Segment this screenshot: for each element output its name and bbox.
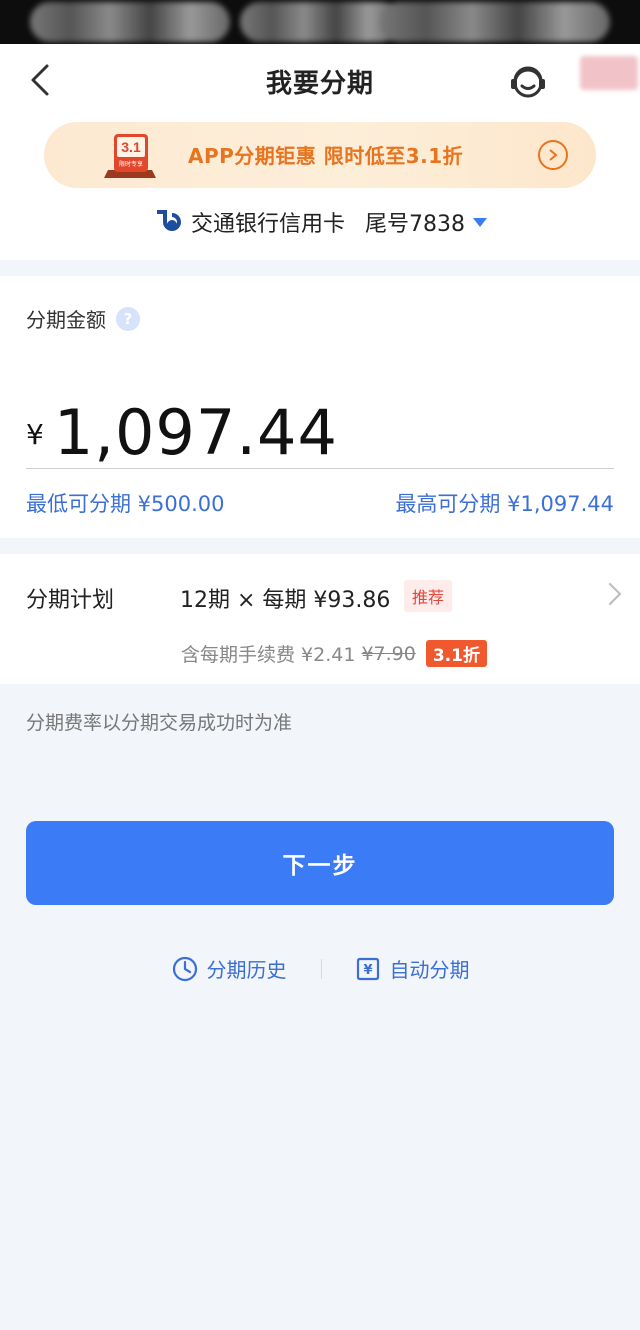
amount-label-row: 分期金额 ?	[26, 276, 614, 333]
promo-arrow-button[interactable]	[538, 140, 568, 170]
currency-symbol: ¥	[26, 418, 44, 451]
nav-bar: 我要分期	[0, 44, 640, 118]
headset-icon	[511, 66, 545, 98]
blurred-avatar	[580, 56, 638, 90]
installment-history-link[interactable]: 分期历史	[171, 954, 287, 983]
recommended-badge: 推荐	[404, 580, 453, 612]
promo-banner[interactable]: 3.1 限时专享 APP分期钜惠 限时低至3.1折	[44, 122, 596, 188]
fee-text: 含每期手续费 ¥2.41	[181, 644, 356, 666]
svg-text:¥: ¥	[363, 963, 372, 978]
rate-note: 分期费率以分期交易成功时为准	[26, 712, 293, 734]
amount-underline	[26, 468, 614, 469]
amount-section: 分期金额 ? ¥ 1,097.44 最低可分期 ¥500.00 最高可分期 ¥1…	[0, 276, 640, 538]
caret-down-icon	[473, 217, 487, 227]
link-divider	[320, 958, 322, 979]
bank-logo-icon	[156, 210, 181, 231]
back-arrow-icon	[31, 64, 49, 96]
section-gap	[0, 538, 640, 554]
chevron-right-icon	[549, 149, 558, 161]
card-tail-number: 尾号7838	[365, 212, 465, 237]
back-button[interactable]	[20, 60, 60, 100]
amount-range: 最低可分期 ¥500.00 最高可分期 ¥1,097.44	[26, 488, 614, 518]
plan-selector[interactable]: 分期计划 12期 × 每期 ¥93.86 推荐 含每期手续费 ¥2.41 ¥7.…	[0, 554, 640, 684]
customer-service-button[interactable]	[506, 60, 550, 104]
card-selector[interactable]: 交通银行信用卡 尾号7838	[0, 188, 640, 260]
promo-text: APP分期钜惠 限时低至3.1折	[188, 144, 464, 168]
svg-text:3.1: 3.1	[121, 139, 141, 155]
amount-label: 分期金额	[26, 308, 106, 332]
amount-input[interactable]: ¥ 1,097.44	[26, 396, 338, 469]
section-gap	[0, 260, 640, 276]
history-label: 分期历史	[206, 958, 287, 982]
discount-badge: 3.1折	[425, 640, 487, 667]
svg-text:限时专享: 限时专享	[119, 160, 143, 168]
next-step-button[interactable]: 下一步	[26, 821, 614, 905]
fee-original: ¥7.90	[361, 642, 416, 665]
bank-name: 交通银行信用卡	[190, 212, 345, 237]
fee-row: 含每期手续费 ¥2.41 ¥7.90 3.1折	[181, 640, 487, 667]
plan-label: 分期计划	[26, 588, 115, 613]
status-blur	[380, 2, 610, 42]
auto-installment-link[interactable]: ¥ 自动分期	[354, 954, 470, 983]
header-area: 我要分期 3.1 限时专享 APP分期钜惠 限时低至3.1折 交通银行信用卡 尾…	[0, 44, 640, 260]
help-icon[interactable]: ?	[116, 306, 140, 331]
clock-icon	[172, 956, 197, 981]
page-title: 我要分期	[265, 68, 374, 99]
auto-label: 自动分期	[389, 958, 470, 982]
min-amount[interactable]: 最低可分期 ¥500.00	[26, 488, 225, 518]
discount-badge-icon: 3.1 限时专享	[104, 134, 156, 178]
max-amount[interactable]: 最高可分期 ¥1,097.44	[395, 488, 614, 518]
status-bar	[0, 0, 640, 44]
bottom-links: 分期历史 ¥ 自动分期	[0, 954, 640, 983]
status-blur	[240, 2, 400, 42]
plan-value: 12期 × 每期 ¥93.86	[180, 588, 391, 613]
status-blur	[30, 2, 230, 42]
chevron-right-icon	[598, 582, 622, 606]
auto-installment-icon: ¥	[356, 957, 379, 980]
amount-value: 1,097.44	[53, 396, 338, 469]
